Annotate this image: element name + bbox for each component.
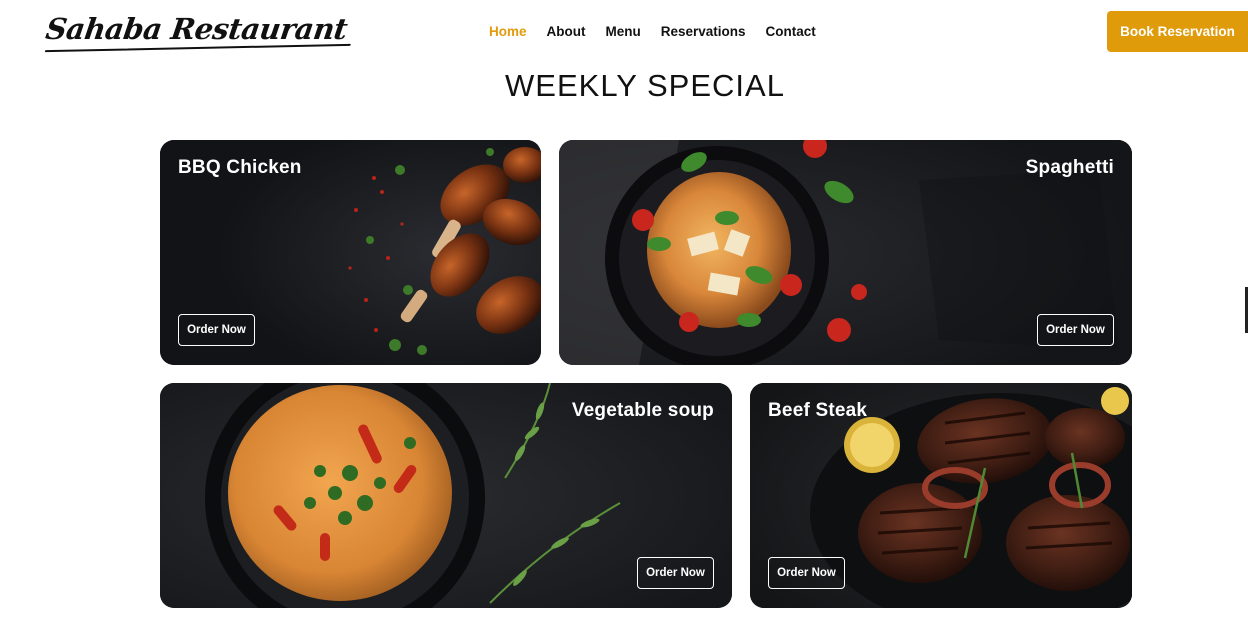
card-title: Beef Steak (768, 400, 868, 421)
nav-item-reservations[interactable]: Reservations (661, 24, 746, 39)
order-now-button[interactable]: Order Now (178, 314, 255, 346)
card-title: Vegetable soup (571, 400, 714, 421)
brand-logo[interactable]: Sahaba Restaurant (43, 12, 351, 53)
special-card-bbq-chicken[interactable]: BBQ Chicken Order Now (160, 140, 541, 365)
main-nav: Home About Menu Reservations Contact (489, 24, 816, 39)
order-now-button[interactable]: Order Now (768, 557, 845, 589)
order-now-button[interactable]: Order Now (1037, 314, 1114, 346)
book-reservation-button[interactable]: Book Reservation (1107, 11, 1248, 52)
section-title: WEEKLY SPECIAL (505, 68, 785, 103)
nav-item-contact[interactable]: Contact (766, 24, 816, 39)
special-card-beef-steak[interactable]: Beef Steak Order Now (750, 383, 1132, 608)
card-title: Spaghetti (1025, 157, 1114, 178)
nav-item-home[interactable]: Home (489, 24, 527, 39)
special-card-vegetable-soup[interactable]: Vegetable soup Order Now (160, 383, 732, 608)
logo-text: Sahaba Restaurant (43, 12, 350, 46)
card-title: BBQ Chicken (178, 157, 302, 178)
nav-item-about[interactable]: About (547, 24, 586, 39)
order-now-button[interactable]: Order Now (637, 557, 714, 589)
nav-item-menu[interactable]: Menu (606, 24, 641, 39)
special-card-spaghetti[interactable]: Spaghetti Order Now (559, 140, 1132, 365)
